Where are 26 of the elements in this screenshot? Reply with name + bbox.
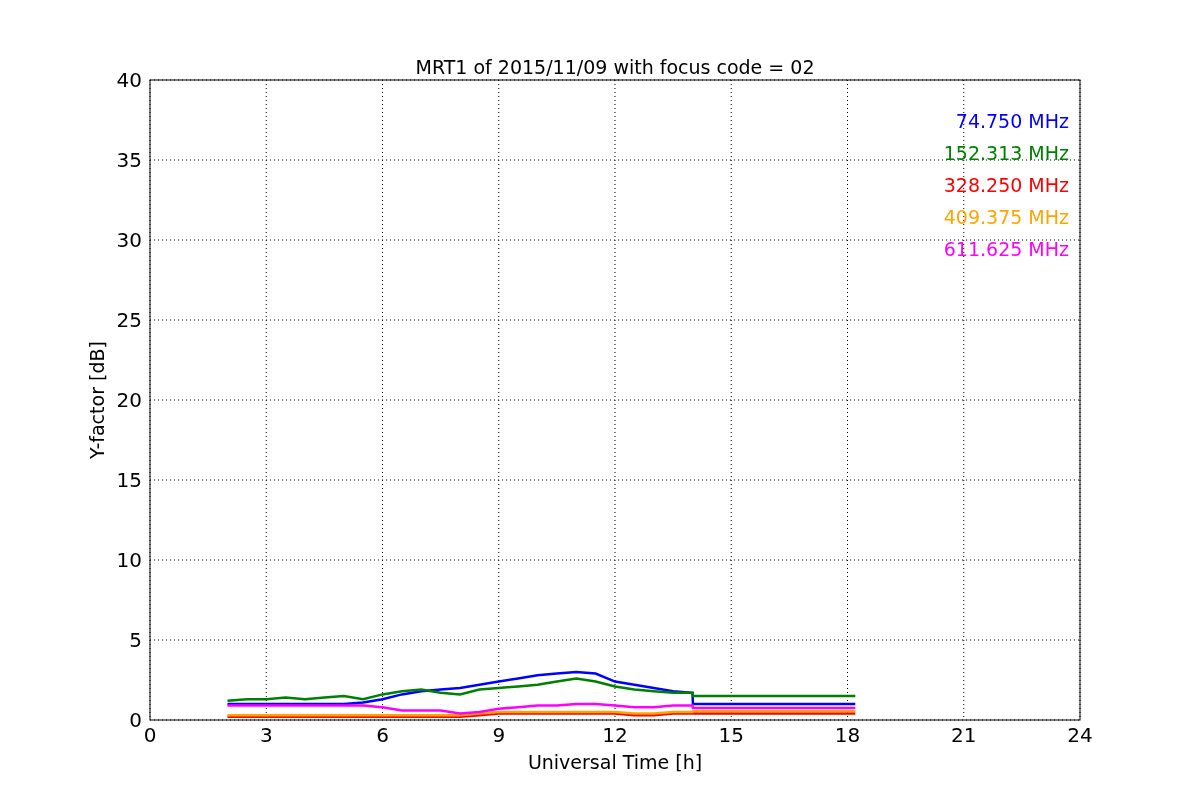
y-tick-label: 20 <box>116 388 142 412</box>
y-tick-label: 40 <box>116 68 142 92</box>
x-tick-label: 9 <box>492 723 506 747</box>
x-tick-label: 15 <box>718 723 744 747</box>
legend-label: 409.375 MHz <box>943 206 1069 228</box>
y-tick-label: 25 <box>116 308 142 332</box>
y-tick-label: 35 <box>116 148 142 172</box>
x-axis-label: Universal Time [h] <box>527 751 703 773</box>
x-tick-label: 6 <box>376 723 389 747</box>
y-tick-label: 30 <box>116 228 142 252</box>
x-tick-label: 12 <box>602 723 628 747</box>
x-tick-label: 24 <box>1067 723 1093 747</box>
legend-label: 74.750 MHz <box>955 110 1069 132</box>
y-tick-label: 10 <box>116 548 142 572</box>
x-tick-label: 18 <box>834 723 861 747</box>
legend-label: 328.250 MHz <box>943 174 1069 196</box>
legend-label: 611.625 MHz <box>943 238 1069 260</box>
x-tick-label: 3 <box>259 723 273 747</box>
chart-title: MRT1 of 2015/11/09 with focus code = 02 <box>415 56 815 78</box>
x-tick-label: 0 <box>143 723 157 747</box>
y-axis-label: Y-factor [dB] <box>86 341 108 459</box>
x-tick-label: 21 <box>951 723 977 747</box>
y-tick-label: 5 <box>129 628 142 652</box>
legend-label: 152.313 MHz <box>943 142 1069 164</box>
y-tick-label: 15 <box>116 468 142 492</box>
y-tick-label: 0 <box>129 708 142 732</box>
